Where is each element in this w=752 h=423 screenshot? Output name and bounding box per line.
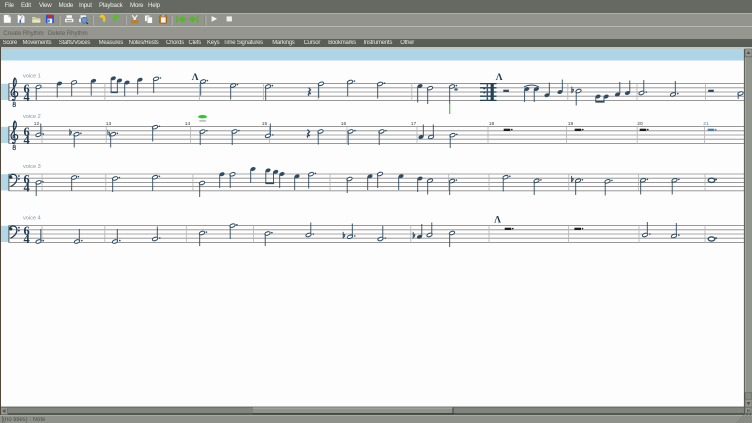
svg-text:voice 1: voice 1 bbox=[23, 74, 41, 80]
svg-text:15: 15 bbox=[262, 121, 268, 127]
svg-text:13: 13 bbox=[106, 121, 112, 127]
svg-text:Λ: Λ bbox=[192, 73, 199, 83]
svg-text:17: 17 bbox=[411, 121, 417, 127]
svg-text:19: 19 bbox=[568, 121, 574, 127]
svg-text:14: 14 bbox=[185, 121, 191, 127]
svg-text:4: 4 bbox=[23, 133, 29, 147]
svg-text:voice 4: voice 4 bbox=[23, 216, 41, 222]
svg-text:20: 20 bbox=[637, 121, 643, 127]
svg-text:voice 3: voice 3 bbox=[23, 164, 41, 170]
svg-text:21: 21 bbox=[703, 121, 709, 127]
svg-text:4: 4 bbox=[23, 90, 29, 104]
svg-text:4: 4 bbox=[23, 180, 29, 194]
svg-text:Λ: Λ bbox=[496, 73, 503, 83]
svg-text:12: 12 bbox=[34, 121, 40, 127]
svg-text:18: 18 bbox=[489, 121, 495, 127]
svg-text:Λ: Λ bbox=[494, 215, 501, 225]
svg-text:16: 16 bbox=[341, 121, 347, 127]
svg-text:voice 2: voice 2 bbox=[23, 114, 41, 120]
svg-text:4: 4 bbox=[23, 232, 29, 246]
